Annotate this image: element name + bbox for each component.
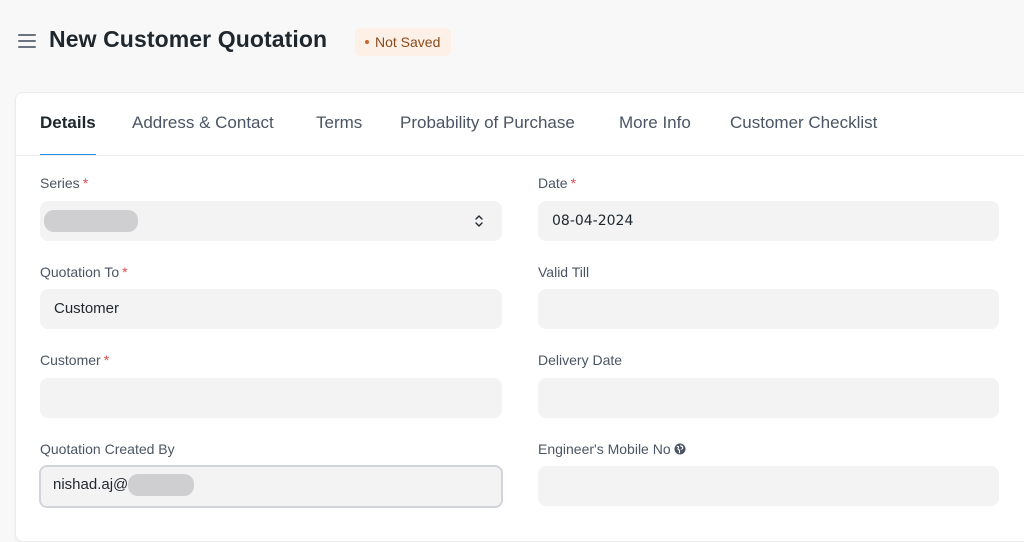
tab-details[interactable]: Details — [40, 113, 96, 155]
quotation-created-by-field[interactable]: nishad.aj@ — [39, 465, 503, 508]
page-header: New Customer Quotation Not Saved — [0, 0, 1024, 84]
customer-field[interactable] — [40, 378, 502, 418]
series-select[interactable] — [40, 201, 502, 241]
engineer-mobile-field[interactable] — [538, 466, 999, 506]
quotation-to-field[interactable]: Customer — [40, 289, 502, 329]
delivery-date-field[interactable] — [538, 378, 999, 418]
customer-label: Customer * — [40, 352, 110, 368]
redacted-value — [44, 210, 138, 233]
tab-address-contact[interactable]: Address & Contact — [132, 113, 274, 155]
status-text: Not Saved — [375, 34, 441, 50]
select-arrows-icon — [475, 215, 483, 227]
valid-till-field[interactable] — [538, 289, 999, 329]
date-field[interactable]: 08-04-2024 — [538, 201, 999, 241]
redacted-value — [128, 474, 195, 497]
series-label: Series * — [40, 175, 89, 191]
required-marker: * — [103, 352, 110, 368]
tab-customer-checklist[interactable]: Customer Checklist — [730, 113, 877, 155]
engineer-mobile-label: Engineer's Mobile No — [538, 441, 686, 457]
required-marker: * — [82, 175, 89, 191]
page-title: New Customer Quotation — [49, 26, 328, 52]
quotation-created-by-label: Quotation Created By — [40, 441, 175, 457]
globe-icon — [674, 443, 686, 455]
date-label: Date * — [538, 175, 577, 191]
created-by-value: nishad.aj@ — [53, 476, 129, 493]
status-badge: Not Saved — [355, 28, 452, 56]
tab-terms[interactable]: Terms — [316, 113, 362, 155]
status-dot-icon — [365, 40, 369, 45]
tab-bar: Details Address & Contact Terms Probabil… — [16, 93, 1024, 156]
required-marker: * — [122, 264, 128, 280]
form-card: Details Address & Contact Terms Probabil… — [15, 92, 1024, 542]
hamburger-menu-icon[interactable] — [17, 32, 37, 50]
tab-probability-of-purchase[interactable]: Probability of Purchase — [400, 113, 575, 155]
tab-more-info[interactable]: More Info — [619, 113, 691, 155]
required-marker: * — [570, 175, 577, 191]
delivery-date-label: Delivery Date — [538, 352, 623, 368]
quotation-to-label: Quotation To * — [40, 264, 128, 280]
valid-till-label: Valid Till — [538, 264, 590, 280]
